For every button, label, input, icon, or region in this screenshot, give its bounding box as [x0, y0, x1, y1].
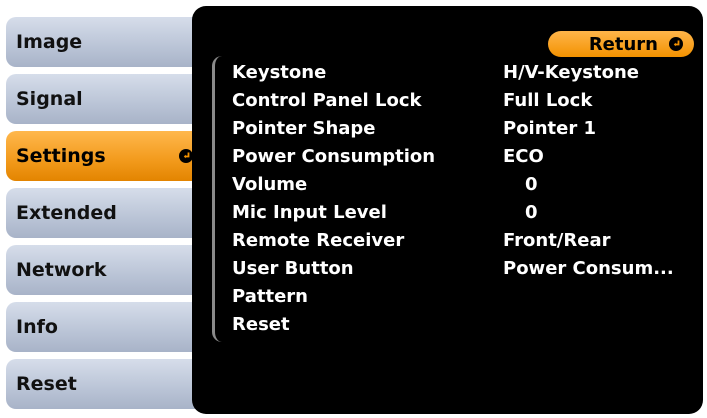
enter-icon	[668, 36, 684, 52]
setting-value: 0	[525, 174, 538, 195]
setting-value: Power Consum...	[503, 258, 674, 279]
setting-label: User Button	[232, 258, 354, 279]
tab-settings[interactable]: Settings	[6, 131, 204, 181]
setting-row-reset[interactable]: Reset	[232, 310, 702, 338]
setting-row-user-button[interactable]: User Button Power Consum...	[232, 254, 702, 282]
setting-row-keystone[interactable]: Keystone H/V-Keystone	[232, 58, 702, 86]
setting-label: Power Consumption	[232, 146, 436, 167]
tab-extended[interactable]: Extended	[6, 188, 204, 238]
tab-label: Reset	[16, 373, 77, 395]
setting-label: Pointer Shape	[232, 118, 376, 139]
projector-menu-screen: Image Signal Settings Extended Network I…	[0, 0, 707, 418]
tab-image[interactable]: Image	[6, 17, 204, 67]
setting-row-power-consumption[interactable]: Power Consumption ECO	[232, 142, 702, 170]
setting-value: Front/Rear	[503, 230, 611, 251]
setting-label: Keystone	[232, 62, 327, 83]
tab-label: Info	[16, 316, 58, 338]
setting-value: Pointer 1	[503, 118, 597, 139]
setting-row-remote-receiver[interactable]: Remote Receiver Front/Rear	[232, 226, 702, 254]
tab-info[interactable]: Info	[6, 302, 204, 352]
setting-value: H/V-Keystone	[503, 62, 640, 83]
tab-label: Signal	[16, 88, 83, 110]
tab-reset[interactable]: Reset	[6, 359, 204, 409]
setting-row-pattern[interactable]: Pattern	[232, 282, 702, 310]
setting-row-control-panel-lock[interactable]: Control Panel Lock Full Lock	[232, 86, 702, 114]
setting-row-volume[interactable]: Volume 0	[232, 170, 702, 198]
tab-label: Settings	[16, 145, 106, 167]
setting-value: 0	[525, 202, 538, 223]
setting-value: ECO	[503, 146, 544, 167]
setting-label: Control Panel Lock	[232, 90, 422, 111]
return-button[interactable]: Return	[548, 31, 694, 57]
setting-row-mic-input-level[interactable]: Mic Input Level 0	[232, 198, 702, 226]
tab-network[interactable]: Network	[6, 245, 204, 295]
setting-label: Pattern	[232, 286, 308, 307]
setting-label: Volume	[232, 174, 308, 195]
setting-label: Reset	[232, 314, 290, 335]
setting-label: Remote Receiver	[232, 230, 405, 251]
return-label: Return	[588, 33, 658, 55]
setting-row-pointer-shape[interactable]: Pointer Shape Pointer 1	[232, 114, 702, 142]
settings-bracket	[212, 56, 228, 342]
tab-label: Extended	[16, 202, 117, 224]
tab-label: Network	[16, 259, 107, 281]
setting-value: Full Lock	[503, 90, 593, 111]
setting-label: Mic Input Level	[232, 202, 387, 223]
tab-label: Image	[16, 31, 83, 53]
tab-signal[interactable]: Signal	[6, 74, 204, 124]
